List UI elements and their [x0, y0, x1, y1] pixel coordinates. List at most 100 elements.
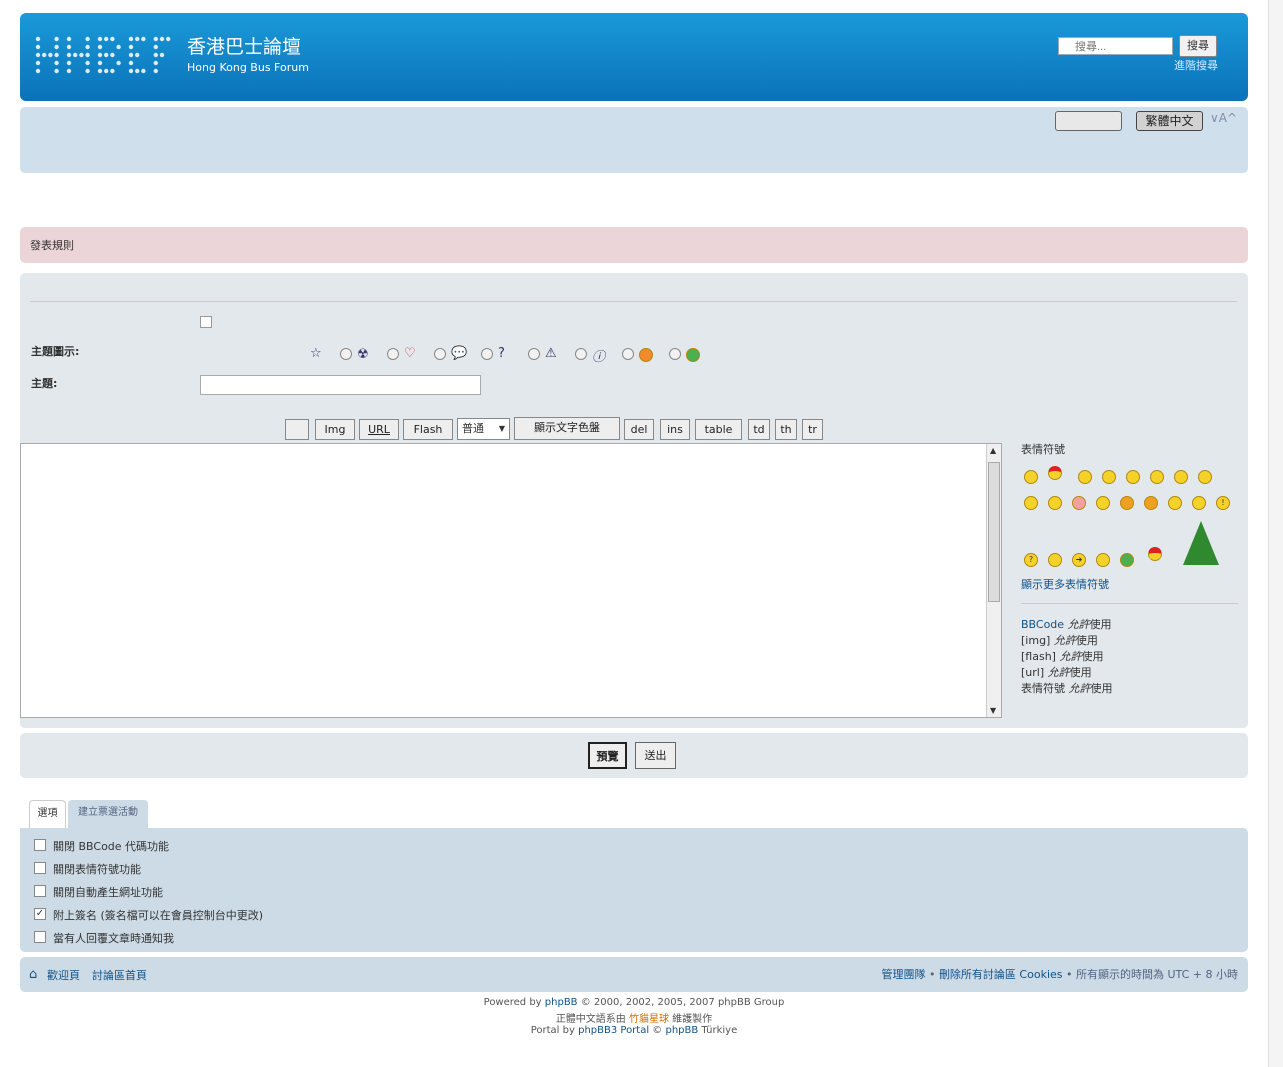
santa-face-icon[interactable] — [1148, 547, 1162, 561]
posting-rules-label[interactable]: 發表規則 — [30, 237, 74, 253]
bbcode-rule-link[interactable]: BBCode — [1021, 618, 1064, 631]
scroll-up-icon[interactable]: ▲ — [990, 446, 996, 455]
phpbb-link[interactable]: phpBB — [545, 997, 578, 1008]
green-grin-icon[interactable] — [1120, 553, 1134, 567]
razz-icon[interactable] — [1048, 496, 1062, 510]
checkbox-checked[interactable]: ✓ — [34, 908, 46, 920]
preview-button[interactable]: 預覽 — [588, 742, 627, 769]
roll-eyes-icon[interactable] — [1168, 496, 1182, 510]
smilies-rule-code: 表情符號 — [1021, 682, 1065, 695]
search-input[interactable] — [1058, 37, 1173, 55]
topic-icon-radio[interactable] — [575, 348, 587, 360]
cry-icon[interactable] — [1096, 496, 1110, 510]
submit-button[interactable]: 送出 — [635, 742, 676, 769]
ins-button[interactable]: ins — [660, 419, 690, 440]
arrow-icon[interactable]: ➜ — [1072, 553, 1086, 567]
warning-icon: ⚠ — [545, 346, 557, 361]
star-icon[interactable]: ☆ — [310, 346, 322, 361]
topic-icon-radio[interactable] — [481, 348, 493, 360]
url-button[interactable]: URL — [359, 419, 399, 440]
delete-cookies-link[interactable]: 刪除所有討論區 Cookies — [939, 968, 1063, 981]
phpbb-turkiye-link[interactable]: phpBB — [665, 1025, 698, 1036]
sad-icon[interactable] — [1078, 470, 1092, 484]
search-button[interactable]: 搜尋 — [1179, 35, 1217, 57]
welcome-link[interactable]: 歡迎頁 — [47, 967, 80, 983]
th-button[interactable]: th — [775, 419, 797, 440]
topic-icon-radio[interactable] — [528, 348, 540, 360]
more-smilies-link[interactable]: 顯示更多表情符號 — [1021, 576, 1109, 592]
mad-icon[interactable] — [1024, 496, 1038, 510]
del-button[interactable]: del — [624, 419, 654, 440]
surprised-smiley-icon[interactable] — [1102, 470, 1116, 484]
portal-link[interactable]: phpBB3 Portal — [578, 1025, 649, 1036]
neutral-icon[interactable] — [1096, 553, 1110, 567]
rule-state: 允許 — [1059, 650, 1082, 663]
laugh-icon[interactable] — [1198, 470, 1212, 484]
font-size-control[interactable]: ∨A^ — [1210, 111, 1237, 125]
christmas-tree-icon[interactable] — [1183, 521, 1219, 565]
site-logo[interactable] — [34, 35, 174, 75]
checkbox[interactable] — [34, 931, 46, 943]
flash-button[interactable]: Flash — [403, 419, 453, 440]
topic-icon-radio[interactable] — [622, 348, 634, 360]
submit-panel: 預覽 送出 — [20, 733, 1248, 778]
question-smiley-icon[interactable]: ? — [1024, 553, 1038, 567]
rule-state: 允許 — [1053, 634, 1076, 647]
evil-icon[interactable] — [1120, 496, 1134, 510]
textarea-scrollbar[interactable]: ▲ ▼ — [986, 444, 1001, 717]
translation-text: 正體中文語系由 — [555, 1014, 629, 1025]
santa-icon[interactable] — [1048, 466, 1062, 480]
img-button[interactable]: Img — [315, 419, 355, 440]
rule-suffix: 使用 — [1075, 634, 1098, 647]
sidebar-divider — [1021, 603, 1238, 604]
chevron-down-icon: ▼ — [498, 424, 505, 433]
advanced-search-link[interactable]: 進階搜尋 — [1174, 57, 1218, 73]
table-button[interactable]: table — [695, 419, 742, 440]
smile-icon[interactable] — [1024, 470, 1038, 484]
subject-label: 主題: — [31, 377, 58, 390]
wink-icon[interactable] — [1192, 496, 1206, 510]
checkbox[interactable] — [200, 316, 212, 328]
bbcode-button[interactable] — [285, 419, 309, 440]
posting-rules-panel: 發表規則 — [20, 227, 1248, 263]
topic-icon-radio[interactable] — [434, 348, 446, 360]
tr-button[interactable]: tr — [802, 419, 823, 440]
site-subtitle: Hong Kong Bus Forum — [187, 61, 309, 74]
tab-options[interactable]: 選項 — [29, 800, 66, 828]
forum-index-link[interactable]: 討論區首頁 — [92, 967, 147, 983]
checkbox[interactable] — [34, 862, 46, 874]
checkbox[interactable] — [34, 885, 46, 897]
post-panel: 主題圖示: ☆ ☢ ♡ 💬 ? ⚠ ⓘ 主題: Img URL Flash 普通… — [20, 273, 1248, 728]
scroll-down-icon[interactable]: ▼ — [990, 706, 996, 715]
separator: • — [1062, 968, 1076, 981]
eek-icon[interactable] — [1126, 470, 1140, 484]
confused-icon[interactable] — [1150, 470, 1164, 484]
page-scrollbar[interactable] — [1268, 0, 1283, 1067]
message-textarea[interactable]: ▲ ▼ — [20, 443, 1002, 718]
font-size-select[interactable]: 普通 ▼ — [457, 418, 510, 440]
rule-suffix: 使用 — [1089, 618, 1112, 631]
flash-rule-code: [flash] — [1021, 650, 1056, 663]
topic-icon-radio[interactable] — [340, 348, 352, 360]
tab-create-poll[interactable]: 建立票選活動 — [68, 800, 148, 828]
language-button[interactable]: 繁體中文 — [1136, 111, 1203, 131]
rule-suffix: 使用 — [1090, 682, 1113, 695]
exclaim-icon[interactable]: ! — [1216, 496, 1230, 510]
td-button[interactable]: td — [748, 419, 770, 440]
site-header: 香港巴士論壇 Hong Kong Bus Forum — [20, 13, 1248, 101]
portal-by-text: Portal by — [530, 1025, 579, 1036]
navbar: 繁體中文 ∨A^ — [20, 107, 1248, 173]
color-palette-button[interactable]: 顯示文字色盤 — [514, 417, 620, 440]
topic-icon-radio[interactable] — [387, 348, 399, 360]
subject-input[interactable] — [200, 375, 481, 395]
scroll-thumb[interactable] — [988, 462, 1000, 602]
idea-icon[interactable] — [1048, 553, 1062, 567]
checkbox[interactable] — [34, 839, 46, 851]
twisted-icon[interactable] — [1144, 496, 1158, 510]
topic-icon-radio[interactable] — [669, 348, 681, 360]
embarrassed-icon[interactable] — [1072, 496, 1086, 510]
language-button-alt[interactable] — [1055, 111, 1122, 131]
translator-link[interactable]: 竹貓星球 — [629, 1014, 669, 1025]
cool-icon[interactable] — [1174, 470, 1188, 484]
team-link[interactable]: 管理團隊 — [881, 968, 925, 981]
